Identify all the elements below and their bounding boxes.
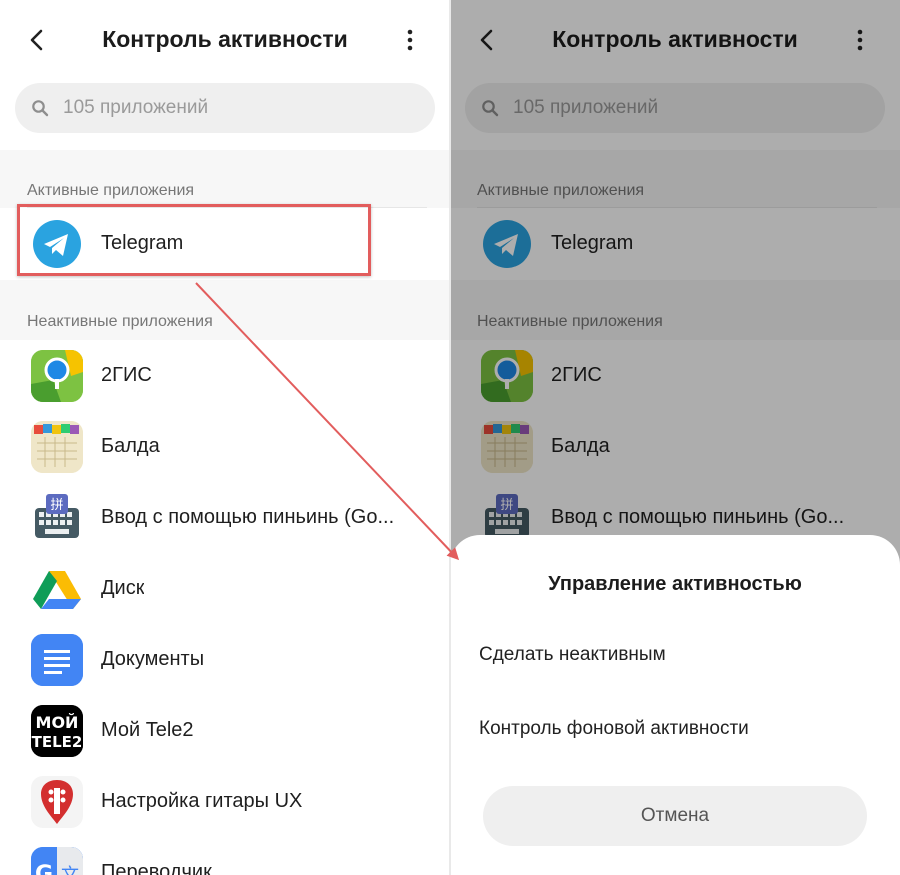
more-options-icon[interactable]: [402, 28, 418, 52]
make-inactive-option[interactable]: Сделать неактивным: [450, 627, 900, 683]
app-row-2gis[interactable]: 2ГИС: [0, 340, 450, 410]
pinyin-keyboard-icon: 拼: [31, 492, 83, 544]
search-bar[interactable]: [15, 83, 435, 133]
google-docs-icon: [31, 634, 83, 686]
dialog-title: Управление активностью: [548, 573, 802, 595]
app-row-balda[interactable]: Балда: [0, 411, 450, 481]
activity-management-bottom-sheet: Управление активностью Сделать неактивны…: [450, 535, 900, 875]
app-name: Диск: [101, 577, 145, 599]
guitar-tuner-icon: [31, 776, 83, 828]
svg-text:TELE2: TELE2: [32, 733, 83, 751]
app-name: Мой Tele2: [101, 719, 194, 741]
google-drive-icon: [31, 563, 83, 615]
cancel-button[interactable]: Отмена: [483, 786, 867, 846]
app-name: Настройка гитары UX: [101, 790, 303, 812]
svg-text:МОЙ: МОЙ: [36, 713, 79, 732]
app-row-docs[interactable]: Документы: [0, 624, 450, 694]
svg-text:文: 文: [61, 865, 79, 875]
page-title: Контроль активности: [102, 26, 348, 52]
search-icon: [32, 100, 49, 117]
top-app-bar: Контроль активности: [0, 0, 450, 80]
option-label: Контроль фоновой активности: [479, 718, 749, 739]
google-translate-icon: G文: [31, 847, 83, 875]
section-label-active: Активные приложения: [27, 182, 195, 199]
app-row-tele2[interactable]: МОЙ TELE2 Мой Tele2: [0, 695, 450, 765]
option-label: Сделать неактивным: [479, 644, 666, 665]
search-input[interactable]: [63, 93, 403, 123]
app-name: Балда: [101, 435, 160, 457]
app-name: Документы: [101, 648, 205, 670]
app-row-drive[interactable]: Диск: [0, 553, 450, 623]
app-name: Переводчик: [101, 861, 212, 875]
inactive-section-header: Неактивные приложения: [0, 280, 450, 340]
app-row-translate[interactable]: G文 Переводчик: [0, 837, 450, 875]
2gis-icon: [31, 350, 83, 402]
activity-control-screen-right: Контроль активности Активные приложения …: [450, 0, 900, 875]
svg-text:G: G: [35, 862, 53, 875]
background-activity-control-option[interactable]: Контроль фоновой активности: [450, 701, 900, 757]
app-row-pinyin-input[interactable]: 拼 Ввод с помощью пиньинь (Go...: [0, 482, 450, 552]
app-name: 2ГИС: [101, 364, 152, 386]
svg-text:拼: 拼: [50, 498, 63, 513]
active-section-header: Активные приложения: [0, 150, 450, 208]
section-label-inactive: Неактивные приложения: [27, 313, 213, 330]
tele2-icon: МОЙ TELE2: [31, 705, 83, 757]
telegram-highlight-annotation: [17, 204, 371, 276]
app-name: Ввод с помощью пиньинь (Go...: [101, 506, 395, 528]
balda-icon: [31, 421, 83, 473]
panel-separator: [449, 0, 451, 875]
activity-control-screen-left: Контроль активности Активные приложения …: [0, 0, 450, 875]
app-row-guitar-tuner[interactable]: Настройка гитары UX: [0, 766, 450, 836]
